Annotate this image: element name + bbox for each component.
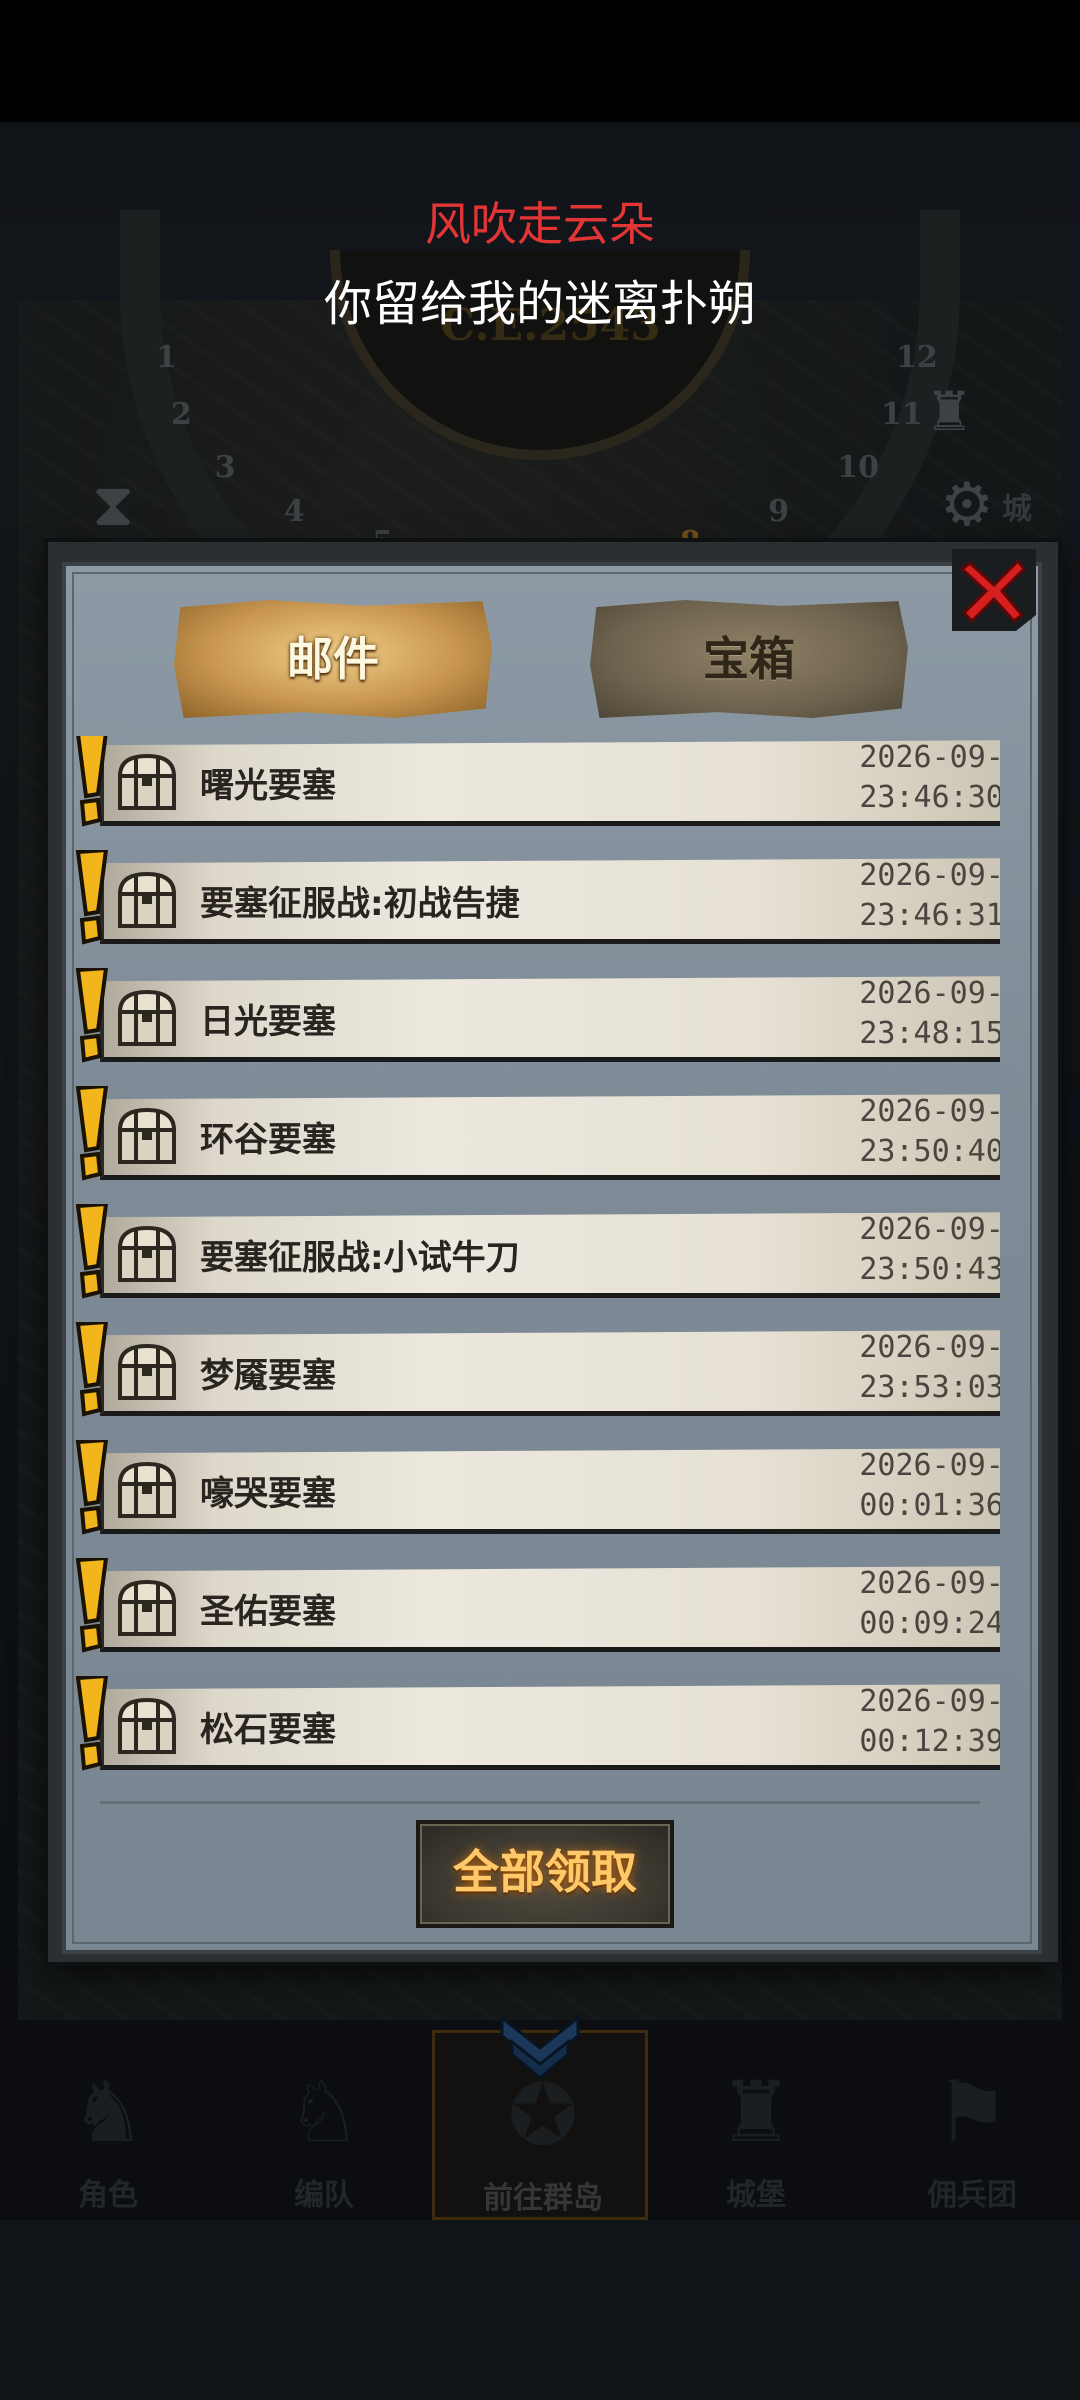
mail-title: 曙光要塞 bbox=[200, 766, 336, 806]
mail-timestamp: 2026-09-08 23:48:15.0 bbox=[780, 974, 1000, 1054]
chest-icon bbox=[117, 1107, 177, 1164]
mail-date: 2026-09-08 bbox=[859, 1212, 1000, 1247]
mail-date: 2026-09-08 bbox=[859, 1330, 1000, 1365]
mail-timestamp: 2026-09-09 00:01:36.0 bbox=[780, 1446, 1000, 1526]
mail-time: 23:48:15.0 bbox=[859, 1016, 1000, 1051]
mail-date: 2026-09-09 bbox=[859, 1684, 1000, 1719]
mail-timestamp: 2026-09-09 00:09:24.0 bbox=[780, 1564, 1000, 1644]
mail-date: 2026-09-09 bbox=[859, 1448, 1000, 1483]
mail-date: 2026-09-08 bbox=[859, 858, 1000, 893]
mail-date: 2026-09-09 bbox=[859, 1566, 1000, 1601]
lyric-line-1: 风吹走云朵 bbox=[425, 197, 655, 251]
exclamation-icon bbox=[75, 1204, 108, 1299]
exclamation-icon bbox=[76, 736, 108, 827]
mail-row[interactable]: 环谷要塞 2026-09-08 23:50:40.0 bbox=[60, 1086, 1000, 1181]
exclamation-icon bbox=[75, 1322, 108, 1417]
mail-row[interactable]: 要塞征服战:初战告捷 2026-09-08 23:46:31.0 bbox=[60, 850, 1000, 945]
mail-time: 23:50:43.0 bbox=[859, 1252, 1000, 1287]
mail-title: 要塞征服战:小试牛刀 bbox=[200, 1238, 520, 1278]
mail-row[interactable]: 梦魇要塞 2026-09-08 23:53:03.0 bbox=[60, 1322, 1000, 1417]
chest-icon bbox=[117, 1461, 177, 1518]
mail-row[interactable]: 曙光要塞 2026-09-08 23:46:30.0 bbox=[60, 736, 1000, 827]
mail-title: 要塞征服战:初战告捷 bbox=[200, 884, 520, 924]
close-button[interactable] bbox=[950, 545, 1038, 633]
mail-timestamp: 2026-09-08 23:53:03.0 bbox=[780, 1328, 1000, 1408]
mail-timestamp: 2026-09-08 23:50:40.0 bbox=[780, 1092, 1000, 1172]
mail-row[interactable]: 要塞征服战:小试牛刀 2026-09-08 23:50:43.0 bbox=[60, 1204, 1000, 1299]
game-screen: C.E.2543 123456789101112 ⧗ ⚙ 城 ♜ ♞ 角色 ♘ … bbox=[0, 0, 1080, 2400]
mail-time: 23:53:03.0 bbox=[859, 1370, 1000, 1405]
mail-title: 嚎哭要塞 bbox=[200, 1474, 336, 1514]
mail-time: 00:01:36.0 bbox=[859, 1488, 1000, 1523]
chest-icon bbox=[117, 871, 177, 928]
mail-date: 2026-09-08 bbox=[859, 1094, 1000, 1129]
mail-title: 松石要塞 bbox=[200, 1710, 336, 1750]
chest-icon bbox=[117, 1343, 177, 1400]
mail-date: 2026-09-08 bbox=[859, 976, 1000, 1011]
mail-time: 23:46:31.0 bbox=[859, 898, 1000, 933]
exclamation-icon bbox=[75, 1086, 108, 1181]
exclamation-icon bbox=[75, 1558, 108, 1653]
tab-mail[interactable]: 邮件 bbox=[174, 600, 492, 718]
mail-list[interactable]: 曙光要塞 2026-09-08 23:46:30.0 要塞征服战:初战告捷 2026-0… bbox=[60, 736, 1000, 1776]
tab-chest[interactable]: 宝箱 bbox=[590, 600, 908, 718]
mail-row[interactable]: 松石要塞 2026-09-09 00:12:39.0 bbox=[60, 1676, 1000, 1771]
mail-row[interactable]: 日光要塞 2026-09-08 23:48:15.0 bbox=[60, 968, 1000, 1063]
exclamation-icon bbox=[75, 1676, 108, 1771]
mail-title: 梦魇要塞 bbox=[200, 1356, 336, 1396]
mail-date: 2026-09-08 bbox=[859, 740, 1000, 775]
mail-row[interactable]: 圣佑要塞 2026-09-09 00:09:24.0 bbox=[60, 1558, 1000, 1653]
mail-row[interactable]: 嚎哭要塞 2026-09-09 00:01:36.0 bbox=[60, 1440, 1000, 1535]
mail-title: 圣佑要塞 bbox=[200, 1592, 336, 1632]
mail-time: 00:12:39.0 bbox=[859, 1724, 1000, 1759]
mail-timestamp: 2026-09-08 23:46:30.0 bbox=[780, 738, 1000, 818]
mail-title: 日光要塞 bbox=[200, 1002, 336, 1042]
mail-timestamp: 2026-09-08 23:50:43.0 bbox=[780, 1210, 1000, 1290]
mail-time: 23:50:40.0 bbox=[859, 1134, 1000, 1169]
chest-icon bbox=[117, 753, 177, 810]
chest-icon bbox=[117, 1697, 177, 1754]
divider bbox=[100, 1801, 980, 1804]
mail-title: 环谷要塞 bbox=[200, 1120, 336, 1160]
mail-time: 23:46:30.0 bbox=[859, 780, 1000, 815]
chest-icon bbox=[117, 989, 177, 1046]
mail-timestamp: 2026-09-09 00:12:39.0 bbox=[780, 1682, 1000, 1762]
exclamation-icon bbox=[75, 968, 108, 1063]
chest-icon bbox=[117, 1579, 177, 1636]
exclamation-icon bbox=[75, 1440, 108, 1535]
exclamation-icon bbox=[75, 850, 108, 945]
mail-time: 00:09:24.0 bbox=[859, 1606, 1000, 1641]
mail-timestamp: 2026-09-08 23:46:31.0 bbox=[780, 856, 1000, 936]
chest-icon bbox=[117, 1225, 177, 1282]
claim-all-button[interactable]: 全部领取 bbox=[416, 1820, 674, 1928]
lyric-line-2: 你留给我的迷离扑朔 bbox=[323, 276, 756, 332]
